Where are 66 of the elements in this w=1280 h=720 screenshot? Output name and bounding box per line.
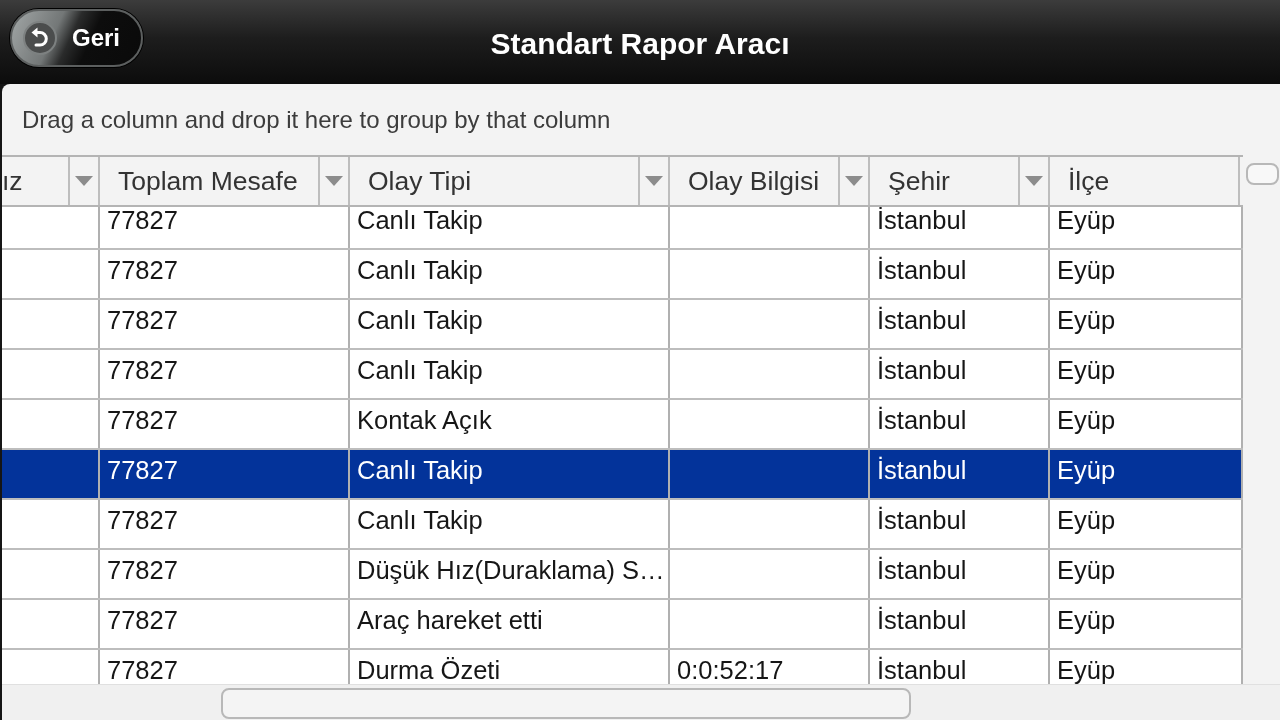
table-row[interactable]: 77827 Canlı Takip İstanbul Eyüp: [2, 250, 1243, 300]
table-cell: İstanbul: [877, 557, 967, 584]
table-cell: Eyüp: [1057, 657, 1116, 684]
table-cell: Eyüp: [1057, 407, 1116, 434]
caret-down-icon: [325, 176, 343, 186]
vertical-scrollbar-thumb[interactable]: [1246, 163, 1279, 185]
horizontal-scrollbar-thumb[interactable]: [221, 688, 911, 719]
table-cell: Canlı Takip: [357, 257, 483, 284]
table-cell: Eyüp: [1057, 257, 1116, 284]
table-cell: İstanbul: [877, 457, 967, 484]
table-cell: 77827: [107, 357, 178, 384]
table-cell: İstanbul: [877, 257, 967, 284]
table-cell: İstanbul: [877, 407, 967, 434]
table-row[interactable]: 77827 Canlı Takip İstanbul Eyüp: [2, 450, 1243, 500]
table-cell: Eyüp: [1057, 607, 1116, 634]
table-row[interactable]: 77827 Canlı Takip İstanbul Eyüp: [2, 300, 1243, 350]
table-row[interactable]: 77827 Canlı Takip İstanbul Eyüp: [2, 500, 1243, 550]
caret-down-icon: [645, 176, 663, 186]
column-header[interactable]: ız: [2, 157, 100, 205]
table-cell: 77827: [107, 307, 178, 334]
table-cell: Eyüp: [1057, 457, 1116, 484]
table-cell: İstanbul: [877, 307, 967, 334]
table-row[interactable]: 77827 Canlı Takip İstanbul Eyüp: [2, 207, 1243, 250]
table-cell: 77827: [107, 407, 178, 434]
caret-down-icon: [75, 176, 93, 186]
column-header[interactable]: Şehir: [870, 157, 1050, 205]
table-cell: 77827: [107, 457, 178, 484]
column-header[interactable]: İlçe: [1050, 157, 1240, 205]
table-cell: Eyüp: [1057, 557, 1116, 584]
column-header[interactable]: Toplam Mesafe: [100, 157, 350, 205]
table-cell: Canlı Takip: [357, 357, 483, 384]
table-cell: Canlı Takip: [357, 457, 483, 484]
table-cell: Eyüp: [1057, 357, 1116, 384]
table-cell: 0:0:52:17: [677, 657, 784, 684]
table-row[interactable]: 77827 Düşük Hız(Duraklama) S… İstanbul Eyüp: [2, 550, 1243, 600]
table-cell: Eyüp: [1057, 207, 1116, 234]
column-header[interactable]: Olay Tipi: [350, 157, 670, 205]
table-cell: Canlı Takip: [357, 207, 483, 234]
table-row[interactable]: 77827 Araç hareket etti İstanbul Eyüp: [2, 600, 1243, 650]
table-row[interactable]: 77827 Canlı Takip İstanbul Eyüp: [2, 350, 1243, 400]
table-cell: İstanbul: [877, 657, 967, 684]
table-cell: İstanbul: [877, 207, 967, 234]
screen-title: Standart Rapor Aracı: [490, 26, 790, 61]
caret-down-icon: [845, 176, 863, 186]
table-cell: Düşük Hız(Duraklama) S…: [357, 557, 665, 584]
table-cell: Canlı Takip: [357, 507, 483, 534]
caret-down-icon: [1025, 176, 1043, 186]
table-cell: 77827: [107, 257, 178, 284]
table-cell: Eyüp: [1057, 307, 1116, 334]
table-cell: Durma Özeti: [357, 657, 501, 684]
table-cell: İstanbul: [877, 507, 967, 534]
column-header[interactable]: Olay Bilgisi: [670, 157, 870, 205]
table-cell: Araç hareket etti: [357, 607, 543, 634]
table-cell: 77827: [107, 607, 178, 634]
table-cell: 77827: [107, 207, 178, 234]
table-cell: 77827: [107, 557, 178, 584]
table-cell: Eyüp: [1057, 507, 1116, 534]
table-cell: 77827: [107, 507, 178, 534]
table-cell: İstanbul: [877, 607, 967, 634]
back-button[interactable]: Geri: [10, 9, 143, 67]
table-cell: 77827: [107, 657, 178, 684]
table-cell: İstanbul: [877, 357, 967, 384]
table-cell: Canlı Takip: [357, 307, 483, 334]
table-row[interactable]: 77827 Kontak Açık İstanbul Eyüp: [2, 400, 1243, 450]
table-cell: Kontak Açık: [357, 407, 492, 434]
group-by-hint: Drag a column and drop it here to group by that column: [22, 105, 611, 134]
